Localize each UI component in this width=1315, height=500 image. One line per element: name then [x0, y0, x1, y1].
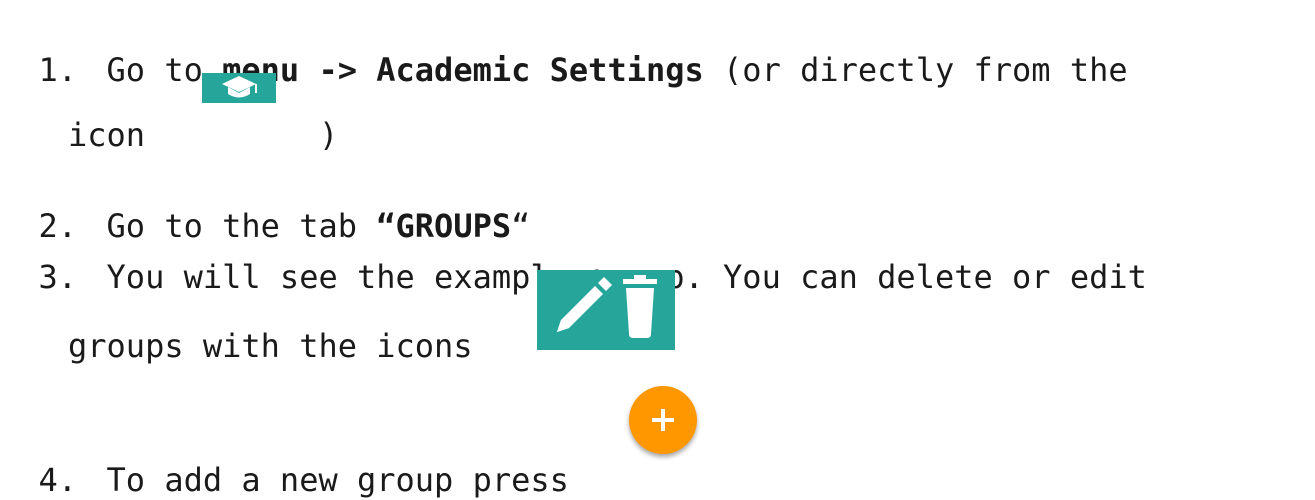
step-1-continuation-close: ) — [319, 116, 339, 154]
step-number: 1. — [38, 51, 78, 89]
academic-settings-icon[interactable] — [202, 73, 276, 103]
trash-icon[interactable] — [623, 275, 657, 338]
step-1-continuation-icon-text: icon — [68, 116, 165, 154]
step-1-menu-path: menu -> Academic Settings — [222, 51, 704, 89]
plus-icon — [652, 409, 674, 431]
step-4-text: To add a new group press — [106, 461, 569, 499]
edit-delete-icons — [537, 270, 675, 350]
step-4: 4. To add a new group press — [0, 420, 569, 500]
add-group-button[interactable] — [629, 386, 697, 454]
pencil-icon[interactable] — [557, 277, 612, 332]
graduation-cap-icon — [222, 76, 257, 98]
step-3-continuation: groups with the icons — [68, 327, 473, 365]
step-number: 4. — [38, 461, 78, 499]
step-1: 1. Go to menu -> Academic Settings (or di… — [0, 10, 1128, 90]
step-1-suffix: (or directly from the — [703, 51, 1128, 89]
step-number: 3. — [38, 258, 78, 296]
